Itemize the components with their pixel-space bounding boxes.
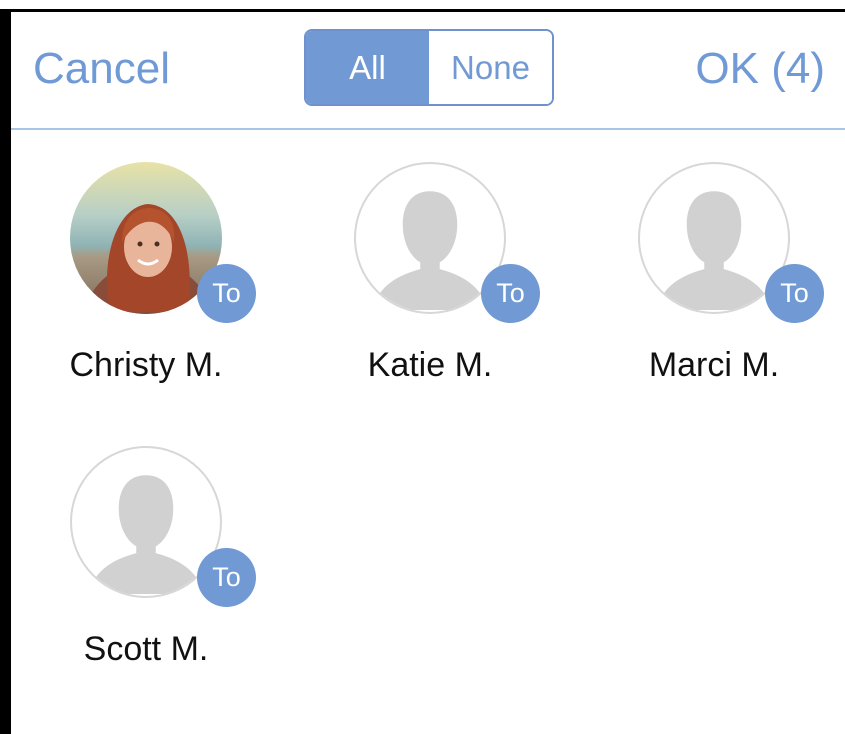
segment-none[interactable]: None bbox=[429, 31, 552, 104]
selection-header: Cancel All None OK (4) bbox=[11, 12, 845, 130]
contact-name: Scott M. bbox=[83, 630, 209, 668]
to-badge: To bbox=[197, 548, 256, 607]
contact-katie[interactable]: To Katie M. bbox=[310, 162, 550, 412]
contact-scott[interactable]: To Scott M. bbox=[26, 446, 266, 696]
to-badge: To bbox=[197, 264, 256, 323]
select-all-none-segmented-control: All None bbox=[304, 29, 554, 106]
contact-name: Christy M. bbox=[69, 346, 223, 384]
contact-christy[interactable]: To Christy M. bbox=[26, 162, 266, 412]
cancel-button[interactable]: Cancel bbox=[33, 44, 170, 94]
contact-name: Marci M. bbox=[648, 346, 780, 384]
contact-name: Katie M. bbox=[367, 346, 493, 384]
ok-button[interactable]: OK (4) bbox=[695, 44, 825, 94]
to-badge: To bbox=[481, 264, 540, 323]
contact-marci[interactable]: To Marci M. bbox=[594, 162, 834, 412]
window-frame-top bbox=[0, 0, 845, 12]
window-frame-left bbox=[0, 0, 11, 734]
segment-all[interactable]: All bbox=[306, 31, 429, 104]
to-badge: To bbox=[765, 264, 824, 323]
